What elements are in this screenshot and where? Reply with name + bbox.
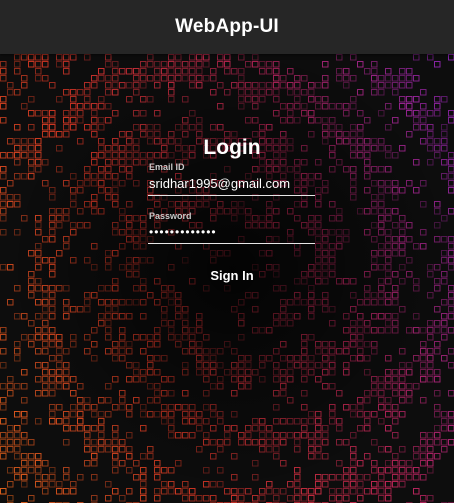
password-label: Password xyxy=(149,211,192,221)
email-label: Email ID xyxy=(149,162,185,172)
app-title: WebApp-UI xyxy=(175,16,279,37)
email-input[interactable] xyxy=(148,173,315,196)
password-input[interactable] xyxy=(148,222,315,244)
app-header: WebApp-UI xyxy=(0,0,454,54)
login-title: Login xyxy=(203,136,261,159)
email-field-group: Email ID xyxy=(148,162,316,196)
password-field-group: Password xyxy=(148,211,316,244)
sign-in-button[interactable]: Sign In xyxy=(182,262,282,288)
app-window: WebApp-UI Login Email ID Password Sign I… xyxy=(0,0,454,503)
